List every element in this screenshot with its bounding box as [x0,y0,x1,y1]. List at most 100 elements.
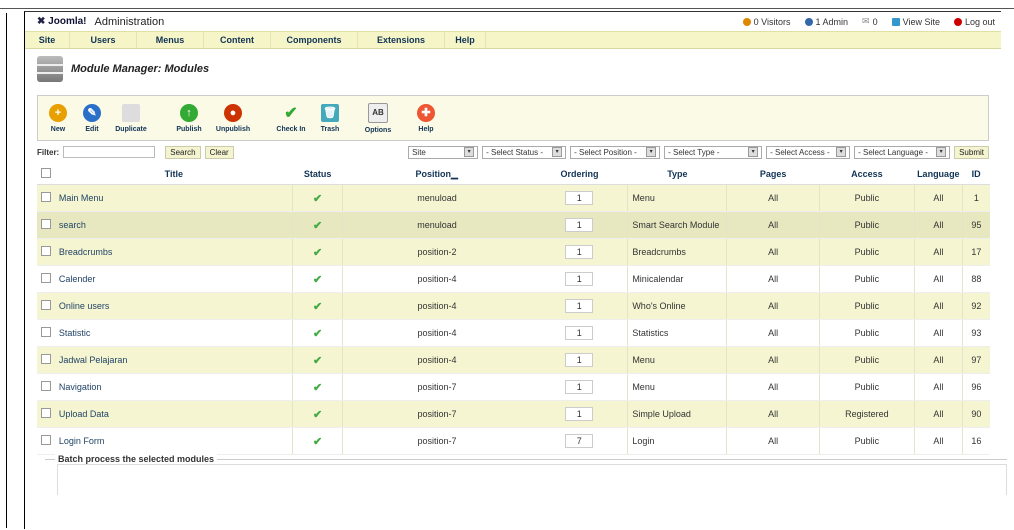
ordering-input[interactable]: 1 [565,380,594,394]
checkin-button[interactable]: ✔ Check In [270,98,312,138]
menu-users[interactable]: Users [70,32,137,48]
type-cell: Menu [627,184,728,212]
status-toggle[interactable]: ✔ [292,292,343,320]
menu-menus[interactable]: Menus [137,32,204,48]
pages-cell: All [726,265,820,293]
col-access[interactable]: Access [819,164,915,185]
col-language[interactable]: Language [914,164,963,185]
language-select[interactable]: - Select Language - ▾ [854,145,951,159]
submit-button[interactable]: Submit [954,145,989,159]
publish-button[interactable]: ↑ Publish [168,98,210,138]
module-title-link[interactable]: Upload Data [54,400,294,428]
col-status[interactable]: Status [292,164,343,185]
chevron-down-icon: ▾ [748,147,759,157]
row-checkbox[interactable] [37,238,55,266]
menu-help[interactable]: Help [445,32,486,48]
row-checkbox[interactable] [37,292,55,320]
publish-icon: ↑ [180,103,198,122]
col-ordering[interactable]: Ordering [531,164,628,185]
module-title-link[interactable]: Breadcrumbs [54,238,294,266]
ordering-input[interactable]: 1 [565,326,594,340]
id-cell: 95 [962,211,990,239]
module-title-link[interactable]: Jadwal Pelajaran [54,346,294,374]
module-title-link[interactable]: Main Menu [54,184,294,212]
table-row: Main Menu ✔ menuload 1 Menu All Public All 1 [37,184,990,212]
ordering-input[interactable]: 1 [565,218,594,232]
status-toggle[interactable]: ✔ [292,400,343,428]
logout-link[interactable]: Log out [953,17,995,27]
row-checkbox[interactable] [37,373,55,401]
status-toggle[interactable]: ✔ [292,373,343,401]
module-title-link[interactable]: Statistic [54,319,294,347]
view-site-link[interactable]: View Site [891,17,940,27]
clear-button[interactable]: Clear [204,145,234,159]
menu-content[interactable]: Content [204,32,271,48]
row-checkbox[interactable] [37,346,55,374]
row-checkbox[interactable] [37,184,55,212]
module-title-link[interactable]: Navigation [54,373,294,401]
chevron-down-icon: ▾ [836,147,847,157]
ordering-input[interactable]: 7 [565,434,594,448]
position-select[interactable]: - Select Position - ▾ [570,145,661,159]
col-position[interactable]: Position▁ [342,164,532,185]
access-select[interactable]: - Select Access - ▾ [766,145,851,159]
status-toggle[interactable]: ✔ [292,184,343,212]
published-check-icon: ✔ [312,327,323,340]
ordering-input[interactable]: 1 [565,353,594,367]
toolbar: + New ✎ Edit Duplicate ↑ Publish ● Unpublish… [37,95,989,141]
status-toggle[interactable]: ✔ [292,265,343,293]
status-toggle[interactable]: ✔ [292,211,343,239]
row-checkbox[interactable] [37,265,55,293]
ordering-input[interactable]: 1 [565,272,594,286]
status-select[interactable]: - Select Status - ▾ [482,145,567,159]
col-pages[interactable]: Pages [726,164,820,185]
pages-cell: All [726,319,820,347]
status-toggle[interactable]: ✔ [292,427,343,455]
row-checkbox[interactable] [37,211,55,239]
menu-site[interactable]: Site [25,32,70,48]
module-manager-icon [37,56,63,82]
type-select[interactable]: - Select Type - ▾ [664,145,763,159]
ordering-input[interactable]: 1 [565,407,594,421]
site-select[interactable]: Site ▾ [408,145,479,159]
menu-extensions[interactable]: Extensions [358,32,445,48]
row-checkbox[interactable] [37,427,55,455]
row-checkbox[interactable] [37,319,55,347]
status-toggle[interactable]: ✔ [292,346,343,374]
module-title-link[interactable]: Online users [54,292,294,320]
edit-button[interactable]: ✎ Edit [76,98,108,138]
language-cell: All [914,211,963,239]
position-cell: menuload [342,211,532,239]
ordering-cell: 1 [531,346,629,374]
pages-cell: All [726,292,820,320]
row-checkbox[interactable] [37,400,55,428]
search-button[interactable]: Search [165,145,201,159]
module-title-link[interactable]: search [54,211,294,239]
ordering-input[interactable]: 1 [565,299,594,313]
unpublish-button[interactable]: ● Unpublish [212,98,254,138]
pages-cell: All [726,400,820,428]
page-header: Module Manager: Modules [25,49,1001,89]
col-id[interactable]: ID [962,164,990,185]
select-all-checkbox[interactable] [37,164,55,185]
type-cell: Breadcrumbs [627,238,728,266]
menu-components[interactable]: Components [271,32,358,48]
ordering-input[interactable]: 1 [565,245,594,259]
col-title[interactable]: Title [54,164,293,185]
chevron-down-icon: ▾ [646,147,657,157]
col-type[interactable]: Type [627,164,727,185]
status-toggle[interactable]: ✔ [292,238,343,266]
options-button[interactable]: AB Options [362,98,394,138]
messages-status[interactable]: ✉ 0 [862,16,878,27]
status-toggle[interactable]: ✔ [292,319,343,347]
module-title-link[interactable]: Calender [54,265,294,293]
filter-input[interactable] [63,146,156,158]
id-cell: 93 [962,319,990,347]
trash-button[interactable]: 🗑 Trash [314,98,346,138]
ordering-input[interactable]: 1 [565,191,594,205]
help-button[interactable]: ✚ Help [410,98,442,138]
published-check-icon: ✔ [312,354,323,367]
module-title-link[interactable]: Login Form [54,427,294,455]
new-button[interactable]: + New [42,98,74,138]
duplicate-button[interactable]: Duplicate [110,98,152,138]
